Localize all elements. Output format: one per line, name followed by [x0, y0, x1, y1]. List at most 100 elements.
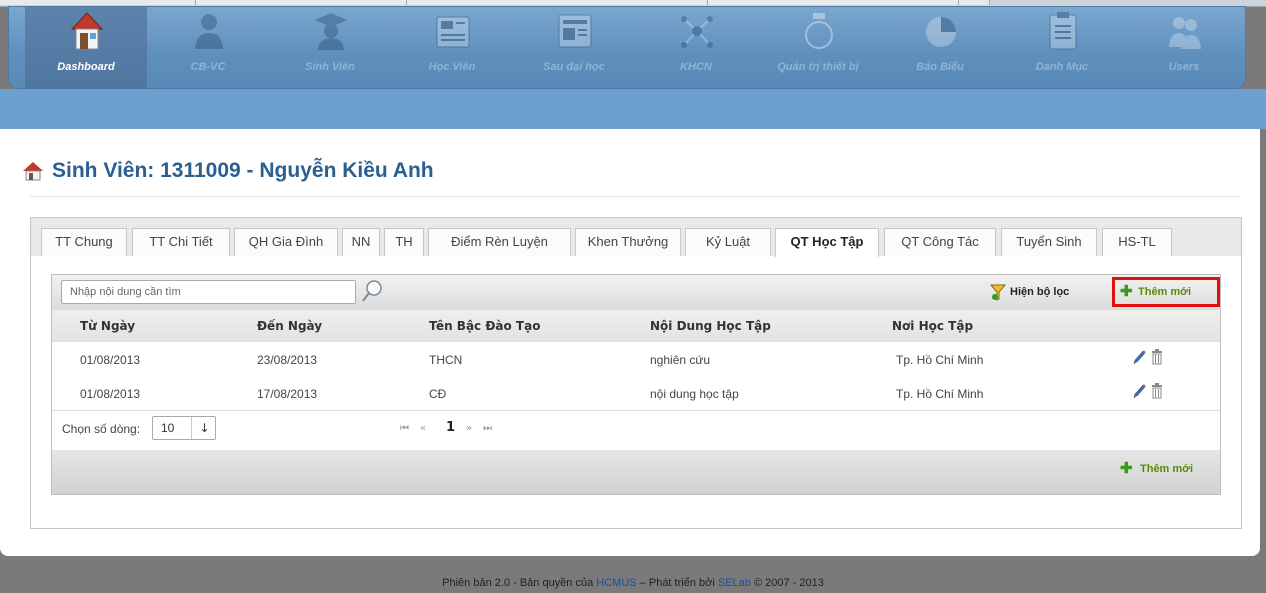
plus-icon: ✚ [1120, 460, 1133, 477]
first-page-icon[interactable]: ⏮ [400, 423, 409, 434]
nav-khcn[interactable]: KHCN [635, 7, 757, 89]
browser-tab[interactable] [196, 0, 407, 5]
data-grid: Hiện bộ lọc ✚ Thêm mới Từ Ngày Đến Ngày … [51, 274, 1221, 495]
clipboard-icon [1049, 12, 1077, 50]
tab-ky-luat[interactable]: Kỷ Luật [685, 228, 771, 256]
home-icon [23, 162, 43, 181]
next-page-icon[interactable]: » [466, 423, 472, 434]
search-icon[interactable] [360, 278, 384, 304]
nav-label: CB-VC [190, 61, 226, 73]
tab-khen-thuong[interactable]: Khen Thưởng [575, 228, 681, 256]
nav-hoc-vien[interactable]: Học Viên [391, 7, 513, 89]
nav-label: KHCN [680, 61, 712, 73]
tab-qh-gia-dinh[interactable]: QH Gia Đình [234, 228, 338, 256]
column-header[interactable]: Tên Bậc Đào Tạo [429, 319, 540, 333]
table-row[interactable]: 01/08/2013 17/08/2013 CĐ nội dung học tậ… [52, 376, 1220, 411]
last-page-icon[interactable]: ⏭ [483, 423, 492, 434]
browser-tab[interactable] [708, 0, 959, 5]
rows-per-page-value: 10 [161, 421, 175, 435]
staff-icon [195, 14, 223, 49]
tab-nn[interactable]: NN [342, 228, 380, 256]
divider [30, 196, 1240, 197]
news-icon [558, 14, 592, 48]
nav-label: Danh Mục [1035, 61, 1089, 73]
cell-content: nội dung học tập [650, 387, 739, 401]
tab-diem-ren-luyen[interactable]: Điểm Rèn Luyện [428, 228, 571, 256]
prev-page-icon[interactable]: « [420, 423, 426, 434]
edit-icon[interactable] [1133, 383, 1147, 399]
nav-label: Báo Biểu [916, 61, 964, 73]
tab-qt-hoc-tap[interactable]: QT Học Tập [775, 228, 879, 257]
cell-content: nghiên cứu [650, 353, 711, 367]
cell-level: THCN [429, 353, 463, 367]
nav-sau-dai-hoc[interactable]: Sau đại học [513, 7, 635, 89]
nav-sinh-vien[interactable]: Sinh Viên [269, 7, 391, 89]
nav-danh-muc[interactable]: Danh Mục [1001, 7, 1123, 89]
pie-chart-icon [926, 17, 956, 47]
cell-place: Tp. Hồ Chí Minh [896, 387, 984, 401]
subnav-bar [0, 89, 1266, 129]
nav-label: Dashboard [57, 61, 115, 73]
column-header[interactable]: Nơi Học Tập [892, 319, 973, 333]
column-header[interactable]: Đến Ngày [257, 319, 322, 333]
nav-label: Sinh Viên [305, 61, 355, 73]
nav-label: Học Viên [428, 61, 476, 73]
nav-bao-bieu[interactable]: Báo Biểu [879, 7, 1001, 89]
tab-hs-tl[interactable]: HS-TL [1102, 228, 1172, 256]
browser-tab[interactable] [407, 0, 708, 5]
nav-quan-tri-thiet-bi[interactable]: Quản trị thiết bị [757, 7, 879, 89]
main-content: Sinh Viên: 1311009 - Nguyễn Kiều Anh TT … [0, 129, 1260, 556]
column-header[interactable]: Từ Ngày [80, 319, 135, 333]
arrow-down-icon: ↓ [191, 417, 217, 439]
add-new-label: Thêm mới [1138, 286, 1192, 298]
grid-footer: ✚ Thêm mới [52, 450, 1220, 494]
filter-label: Hiện bộ lọc [1010, 286, 1070, 298]
nav-label: Sau đại học [543, 61, 605, 73]
add-new-button-bottom[interactable]: ✚ Thêm mới [1120, 460, 1210, 480]
cell-from-date: 01/08/2013 [80, 353, 141, 367]
tab-tt-chi-tiet[interactable]: TT Chi Tiết [132, 228, 230, 256]
tab-bar: TT Chung TT Chi Tiết QH Gia Đình NN TH Đ… [31, 218, 1241, 257]
newspaper-icon [436, 16, 470, 48]
nav-users[interactable]: Users [1123, 7, 1245, 89]
pager: Chọn số dòng: 10 ↓ ⏮ « 1 » ⏭ [52, 410, 1220, 450]
grid-toolbar: Hiện bộ lọc ✚ Thêm mới [52, 275, 1220, 310]
selab-link[interactable]: SELab [718, 577, 751, 589]
tab-panel: TT Chung TT Chi Tiết QH Gia Đình NN TH Đ… [30, 217, 1242, 529]
search-input[interactable] [61, 280, 356, 304]
tab-tt-chung[interactable]: TT Chung [41, 228, 127, 256]
filter-icon [990, 284, 1006, 301]
nav-dashboard[interactable]: Dashboard [25, 7, 147, 89]
nav-label: Users [1168, 61, 1200, 73]
rows-per-page-select[interactable]: 10 ↓ [152, 416, 216, 440]
copyright-footer: Phiên bản 2.0 - Bản quyền của HCMUS – Ph… [0, 577, 1266, 589]
column-header[interactable]: Nội Dung Học Tập [650, 319, 771, 333]
browser-tab[interactable] [959, 0, 990, 5]
cell-to-date: 17/08/2013 [257, 387, 318, 401]
users-icon [1169, 17, 1201, 49]
trash-icon[interactable] [1151, 383, 1163, 399]
tab-qt-cong-tac[interactable]: QT Công Tác [884, 228, 996, 256]
add-new-label: Thêm mới [1140, 463, 1194, 475]
nav-cb-vc[interactable]: CB-VC [147, 7, 269, 89]
plus-icon: ✚ [1120, 283, 1133, 300]
trash-icon[interactable] [1151, 349, 1163, 365]
graduate-icon [315, 13, 347, 50]
cell-to-date: 23/08/2013 [257, 353, 318, 367]
table-header: Từ Ngày Đến Ngày Tên Bậc Đào Tạo Nội Dun… [52, 310, 1220, 342]
hcmus-link[interactable]: HCMUS [596, 577, 636, 589]
main-navigation: Dashboard CB-VC Sinh Viên Học Viên Sau đ… [8, 6, 1246, 89]
molecule-icon [681, 16, 713, 48]
tab-tuyen-sinh[interactable]: Tuyển Sinh [1001, 228, 1097, 256]
add-new-button[interactable]: ✚ Thêm mới [1112, 277, 1220, 307]
tab-th[interactable]: TH [384, 228, 424, 256]
table-row[interactable]: 01/08/2013 23/08/2013 THCN nghiên cứu Tp… [52, 342, 1220, 377]
browser-tab[interactable] [0, 0, 196, 5]
edit-icon[interactable] [1133, 349, 1147, 365]
house-icon [70, 12, 104, 50]
copyright-mid: – Phát triển bởi [639, 577, 715, 589]
copyright-suffix: © 2007 - 2013 [753, 577, 824, 589]
cell-level: CĐ [429, 387, 447, 401]
device-icon [805, 13, 833, 49]
current-page[interactable]: 1 [446, 420, 455, 435]
